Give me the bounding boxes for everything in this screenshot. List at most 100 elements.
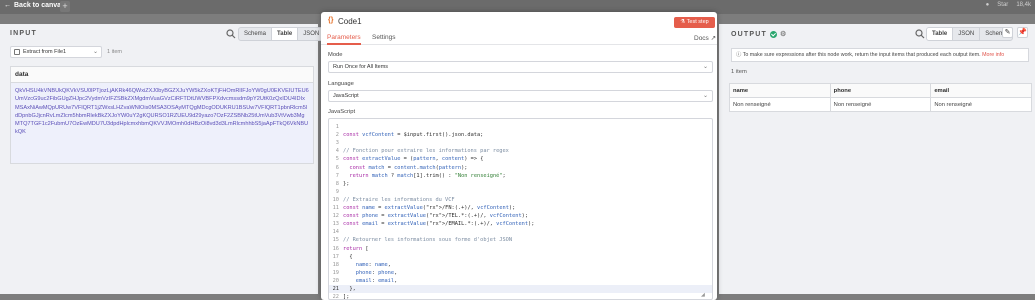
star-count: 18,4k xyxy=(1016,2,1031,8)
node-title[interactable]: Code1 xyxy=(338,17,362,26)
code-line[interactable]: 12 const phone = extractValue("rx">/TEL.*… xyxy=(329,212,712,220)
input-panel-title: INPUT xyxy=(10,30,37,37)
data-cell[interactable]: QkVHSU4kVNBUkQKVkVSU0lPTjozLjAKRk46QWxiZ… xyxy=(11,83,313,163)
test-step-label: Test step xyxy=(686,19,709,25)
line-number: 10 xyxy=(332,196,339,203)
search-icon[interactable] xyxy=(226,29,236,39)
output-notice: ⓘ To make sure expressions after this no… xyxy=(731,48,1029,62)
code-line[interactable]: 15 // Retourner les informations sous for… xyxy=(329,236,712,244)
code-line[interactable]: 8}; xyxy=(329,180,712,188)
code-text: const extractValue = (pattern, content) … xyxy=(343,156,484,163)
code-text: ]; xyxy=(343,294,350,300)
code-text: }; xyxy=(343,180,350,187)
output-panel: OUTPUT ⚙ Table JSON Schema ✎ 📌 ⓘ To make… xyxy=(719,24,1035,294)
node-icon xyxy=(14,49,20,55)
output-panel-header: OUTPUT ⚙ xyxy=(731,30,787,38)
code-line[interactable]: 1 xyxy=(329,123,712,131)
code-text: const email = extractValue("rx">/EMAIL.*… xyxy=(343,221,535,228)
docs-link[interactable]: Docs ↗ xyxy=(694,34,716,42)
back-to-canvas-label: Back to canvas xyxy=(14,2,65,9)
code-line[interactable]: 21 }, xyxy=(329,285,712,294)
gear-icon[interactable]: ⚙ xyxy=(780,30,787,38)
line-number: 16 xyxy=(332,245,339,252)
edit-output-button[interactable]: ✎ xyxy=(1002,27,1013,38)
resize-handle-icon[interactable]: ◢ xyxy=(701,292,705,298)
code-text: phone: phone, xyxy=(355,269,398,276)
pencil-icon: ✎ xyxy=(1004,29,1011,36)
arrow-left-icon: ← xyxy=(4,2,11,9)
line-number: 3 xyxy=(335,140,339,147)
code-line[interactable]: 18 name: name, xyxy=(329,261,712,269)
code-text: return [ xyxy=(343,245,369,252)
line-number: 21 xyxy=(332,286,339,292)
chevron-down-icon: ⌄ xyxy=(702,93,708,99)
code-label: JavaScript xyxy=(328,109,356,115)
code-line[interactable]: 9 xyxy=(329,188,712,196)
more-info-link[interactable]: More info xyxy=(982,52,1004,58)
cell-name[interactable]: Non renseigné xyxy=(729,97,831,112)
language-value: JavaScript xyxy=(333,93,359,99)
column-header-name: name xyxy=(729,83,831,98)
line-number: 11 xyxy=(332,205,339,211)
code-line[interactable]: 11 const name = extractValue("rx">/FN:(.+… xyxy=(329,204,712,212)
cell-phone[interactable]: Non renseigné xyxy=(829,97,932,112)
star-label[interactable]: Star xyxy=(997,2,1008,8)
code-line[interactable]: 5 const extractValue = (pattern, content)… xyxy=(329,155,712,163)
modal-tabs: Parameters Settings Docs ↗ xyxy=(321,33,717,45)
code-line[interactable]: 4 // Fonction pour extraire les informati… xyxy=(329,147,712,155)
add-tab-button[interactable]: + xyxy=(60,1,70,12)
code-line[interactable]: 13 const email = extractValue("rx">/EMAIL… xyxy=(329,220,712,228)
code-line[interactable]: 17 { xyxy=(329,253,712,261)
code-line[interactable]: 2 const vcfContent = $input.first().json.… xyxy=(329,131,712,139)
docs-label: Docs xyxy=(694,35,709,42)
github-icon: ● xyxy=(985,2,990,8)
line-number: 9 xyxy=(335,188,339,195)
flask-icon: ⚗ xyxy=(680,19,686,25)
code-line[interactable]: 19 phone: phone, xyxy=(329,269,712,277)
line-number: 6 xyxy=(335,164,339,171)
test-step-button[interactable]: ⚗ Test step xyxy=(674,17,715,28)
search-icon[interactable] xyxy=(915,29,925,39)
code-line[interactable]: 16 return [ xyxy=(329,245,712,253)
line-number: 14 xyxy=(332,229,339,236)
info-icon: ⓘ xyxy=(736,52,742,58)
code-line[interactable]: 14 xyxy=(329,228,712,236)
external-link-icon: ↗ xyxy=(710,35,717,42)
table-row: Non renseigné Non renseigné Non renseign… xyxy=(729,97,1032,112)
code-editor[interactable]: 1 2 const vcfContent = $input.first().json… xyxy=(328,118,713,300)
back-to-canvas-button[interactable]: ← Back to canvas xyxy=(4,2,65,9)
chevron-down-icon: ⌄ xyxy=(92,49,98,55)
tab-settings[interactable]: Settings xyxy=(372,34,396,41)
input-source-select[interactable]: Extract from File1 ⌄ xyxy=(10,46,102,58)
tab-table[interactable]: Table xyxy=(927,28,954,40)
line-number: 2 xyxy=(335,132,339,139)
tab-table[interactable]: Table xyxy=(272,28,299,40)
code-braces-icon: {} xyxy=(328,17,334,24)
line-number: 15 xyxy=(332,237,339,244)
tab-schema[interactable]: Schema xyxy=(239,28,273,40)
line-number: 1 xyxy=(335,124,339,130)
code-text: return match ? match[1].trim() : "Non re… xyxy=(349,172,506,179)
code-line[interactable]: 22]; xyxy=(329,293,712,300)
code-text: const name = extractValue("rx">/FN:(.+)/… xyxy=(343,205,516,211)
code-text: // Fonction pour extraire les informatio… xyxy=(343,148,509,155)
mode-select[interactable]: Run Once for All Items ⌄ xyxy=(328,61,713,73)
column-header-email: email xyxy=(930,83,1032,98)
code-line[interactable]: 20 email: email, xyxy=(329,277,712,285)
language-label: Language xyxy=(328,81,354,87)
tab-json[interactable]: JSON xyxy=(953,28,981,40)
cell-email[interactable]: Non renseigné xyxy=(930,97,1032,112)
code-line[interactable]: 3 xyxy=(329,139,712,147)
language-select[interactable]: JavaScript ⌄ xyxy=(328,90,713,102)
code-line[interactable]: 7 return match ? match[1].trim() : "Non … xyxy=(329,172,712,180)
pin-data-button[interactable]: 📌 xyxy=(1017,27,1028,38)
input-view-tabs: Schema Table JSON xyxy=(238,27,326,41)
tab-parameters[interactable]: Parameters xyxy=(327,34,361,45)
line-number: 22 xyxy=(332,294,339,300)
line-number: 8 xyxy=(335,180,339,187)
pin-icon: 📌 xyxy=(1018,29,1027,36)
input-data-table: data QkVHSU4kVNBUkQKVkVSU0lPTjozLjAKRk46… xyxy=(10,66,314,164)
code-line[interactable]: 6 const match = content.match(pattern); xyxy=(329,164,712,172)
code-line[interactable]: 10 // Extraire les informations du VCF xyxy=(329,196,712,204)
code-text: }, xyxy=(343,286,356,292)
